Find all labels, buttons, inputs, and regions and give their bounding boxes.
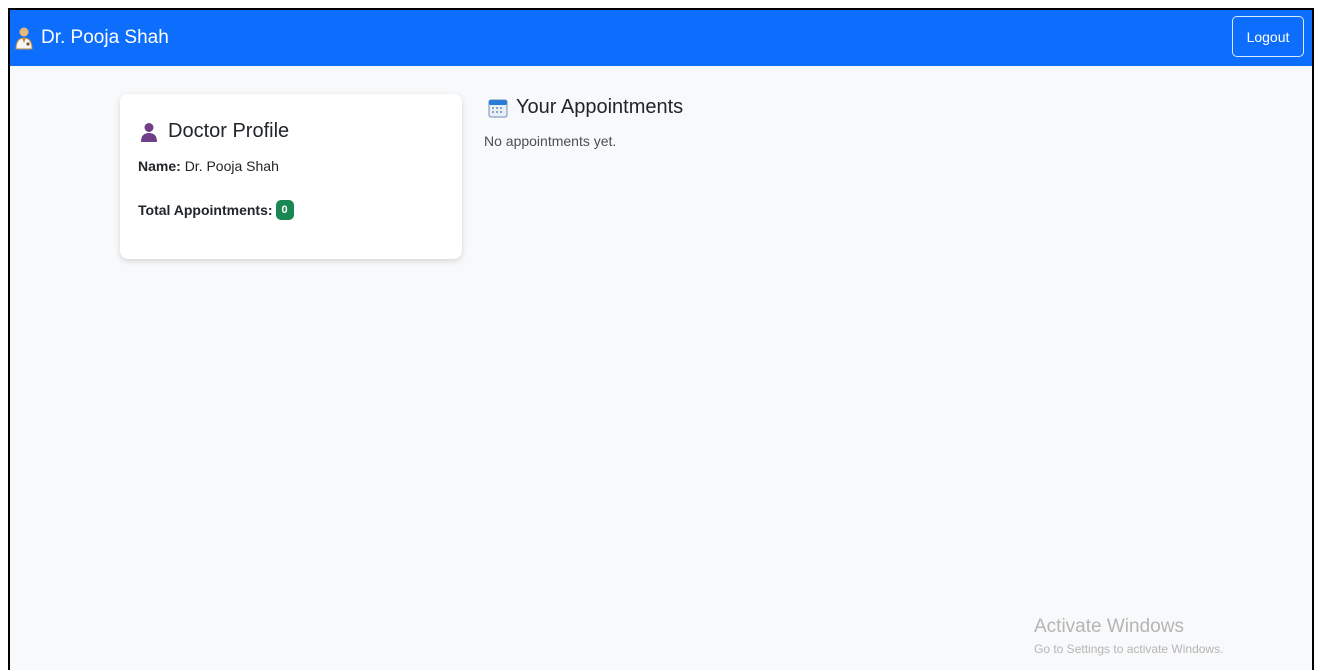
appointments-title: Your Appointments xyxy=(488,96,683,119)
total-appointments-label: Total Appointments: xyxy=(138,202,273,218)
profile-name-row: Name: Dr. Pooja Shah xyxy=(138,158,279,174)
profile-title: Doctor Profile xyxy=(140,120,289,143)
total-appointments-row: Total Appointments: 0 xyxy=(138,200,294,220)
doctor-profile-card: Doctor Profile Name: Dr. Pooja Shah Tota… xyxy=(120,94,462,259)
doctor-icon xyxy=(13,26,35,50)
user-icon xyxy=(140,122,158,142)
app-window: Dr. Pooja Shah Logout Doctor Profile Nam… xyxy=(8,8,1314,670)
logout-button[interactable]: Logout xyxy=(1232,16,1304,57)
brand-text: Dr. Pooja Shah xyxy=(41,27,169,48)
total-appointments-badge: 0 xyxy=(275,200,294,220)
top-navbar: Dr. Pooja Shah Logout xyxy=(10,10,1312,66)
watermark-subtitle: Go to Settings to activate Windows. xyxy=(1034,642,1224,656)
calendar-icon xyxy=(488,98,508,118)
navbar-brand[interactable]: Dr. Pooja Shah xyxy=(13,26,169,50)
profile-title-text: Doctor Profile xyxy=(168,120,290,142)
appointments-empty-message: No appointments yet. xyxy=(484,133,617,149)
activate-windows-watermark: Activate Windows Go to Settings to activ… xyxy=(1034,616,1223,656)
appointments-title-text: Your Appointments xyxy=(516,96,684,118)
name-label: Name: xyxy=(138,158,181,174)
watermark-title: Activate Windows xyxy=(1034,616,1184,637)
name-value: Dr. Pooja Shah xyxy=(184,158,279,174)
